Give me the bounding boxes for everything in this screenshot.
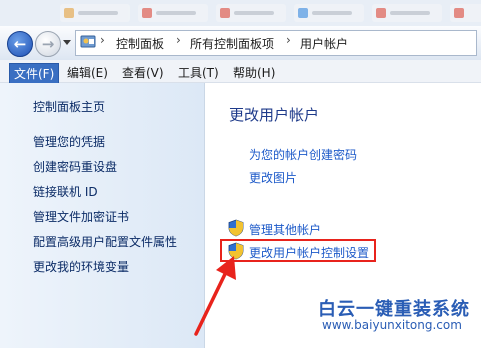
tab-strip — [0, 0, 481, 26]
address-bar: ← → › 控制面板 › 所有控制面板项 › 用户帐户 — [0, 26, 481, 61]
tab[interactable] — [60, 4, 130, 22]
control-panel-home-link[interactable]: 控制面板主页 — [33, 98, 105, 115]
menu-tools[interactable]: 工具(T) — [174, 63, 223, 82]
create-password-link[interactable]: 为您的帐户创建密码 — [249, 146, 357, 163]
back-button[interactable]: ← — [7, 31, 33, 57]
menu-edit[interactable]: 编辑(E) — [63, 63, 112, 82]
tab-title-placeholder — [78, 11, 118, 15]
breadcrumb-separator-icon: › — [286, 33, 291, 47]
tab-title-placeholder — [156, 11, 196, 15]
annotation-arrow-icon — [194, 256, 236, 336]
change-environment-variables-link[interactable]: 更改我的环境变量 — [33, 258, 129, 275]
tab[interactable] — [216, 4, 286, 22]
tab-favicon-icon — [142, 8, 152, 18]
control-panel-icon — [80, 35, 96, 48]
forward-button[interactable]: → — [35, 31, 61, 57]
menu-help[interactable]: 帮助(H) — [229, 63, 279, 82]
manage-credentials-link[interactable]: 管理您的凭据 — [33, 133, 105, 150]
page-title: 更改用户帐户 — [229, 106, 320, 124]
manage-other-accounts-link[interactable]: 管理其他帐户 — [249, 221, 321, 238]
create-password-reset-disk-link[interactable]: 创建密码重设盘 — [33, 158, 117, 175]
tab-favicon-icon — [376, 8, 386, 18]
tab[interactable] — [372, 4, 442, 22]
tab[interactable] — [450, 4, 481, 22]
left-pane: 控制面板主页 管理您的凭据 创建密码重设盘 链接联机 ID 管理文件加密证书 配… — [0, 83, 205, 348]
breadcrumb-separator-icon: › — [176, 33, 181, 47]
tab-favicon-icon — [64, 8, 74, 18]
breadcrumb[interactable]: › 控制面板 › 所有控制面板项 › 用户帐户 — [75, 30, 477, 56]
breadcrumb-item[interactable]: 用户帐户 — [300, 35, 348, 52]
uac-shield-icon — [228, 219, 244, 237]
menu-view[interactable]: 查看(V) — [118, 63, 168, 82]
tab-favicon-icon — [220, 8, 230, 18]
link-online-id-link[interactable]: 链接联机 ID — [33, 183, 98, 200]
recent-pages-dropdown-icon[interactable] — [63, 40, 71, 45]
tab-title-placeholder — [312, 11, 352, 15]
breadcrumb-item[interactable]: 所有控制面板项 — [190, 35, 274, 52]
advanced-profile-properties-link[interactable]: 配置高级用户配置文件属性 — [33, 233, 177, 250]
tab-title-placeholder — [234, 11, 274, 15]
menu-bar: 文件(F) 编辑(E) 查看(V) 工具(T) 帮助(H) — [0, 60, 481, 84]
breadcrumb-item[interactable]: 控制面板 — [116, 35, 164, 52]
watermark-url: www.baiyunxitong.com — [322, 318, 462, 332]
tab[interactable] — [294, 4, 364, 22]
tab-favicon-icon — [454, 8, 464, 18]
menu-file[interactable]: 文件(F) — [9, 63, 60, 84]
tab-title-placeholder — [390, 11, 430, 15]
breadcrumb-separator-icon: › — [100, 33, 105, 47]
tab[interactable] — [138, 4, 208, 22]
tab-favicon-icon — [298, 8, 308, 18]
manage-encryption-certificates-link[interactable]: 管理文件加密证书 — [33, 208, 129, 225]
change-picture-link[interactable]: 更改图片 — [249, 169, 297, 186]
